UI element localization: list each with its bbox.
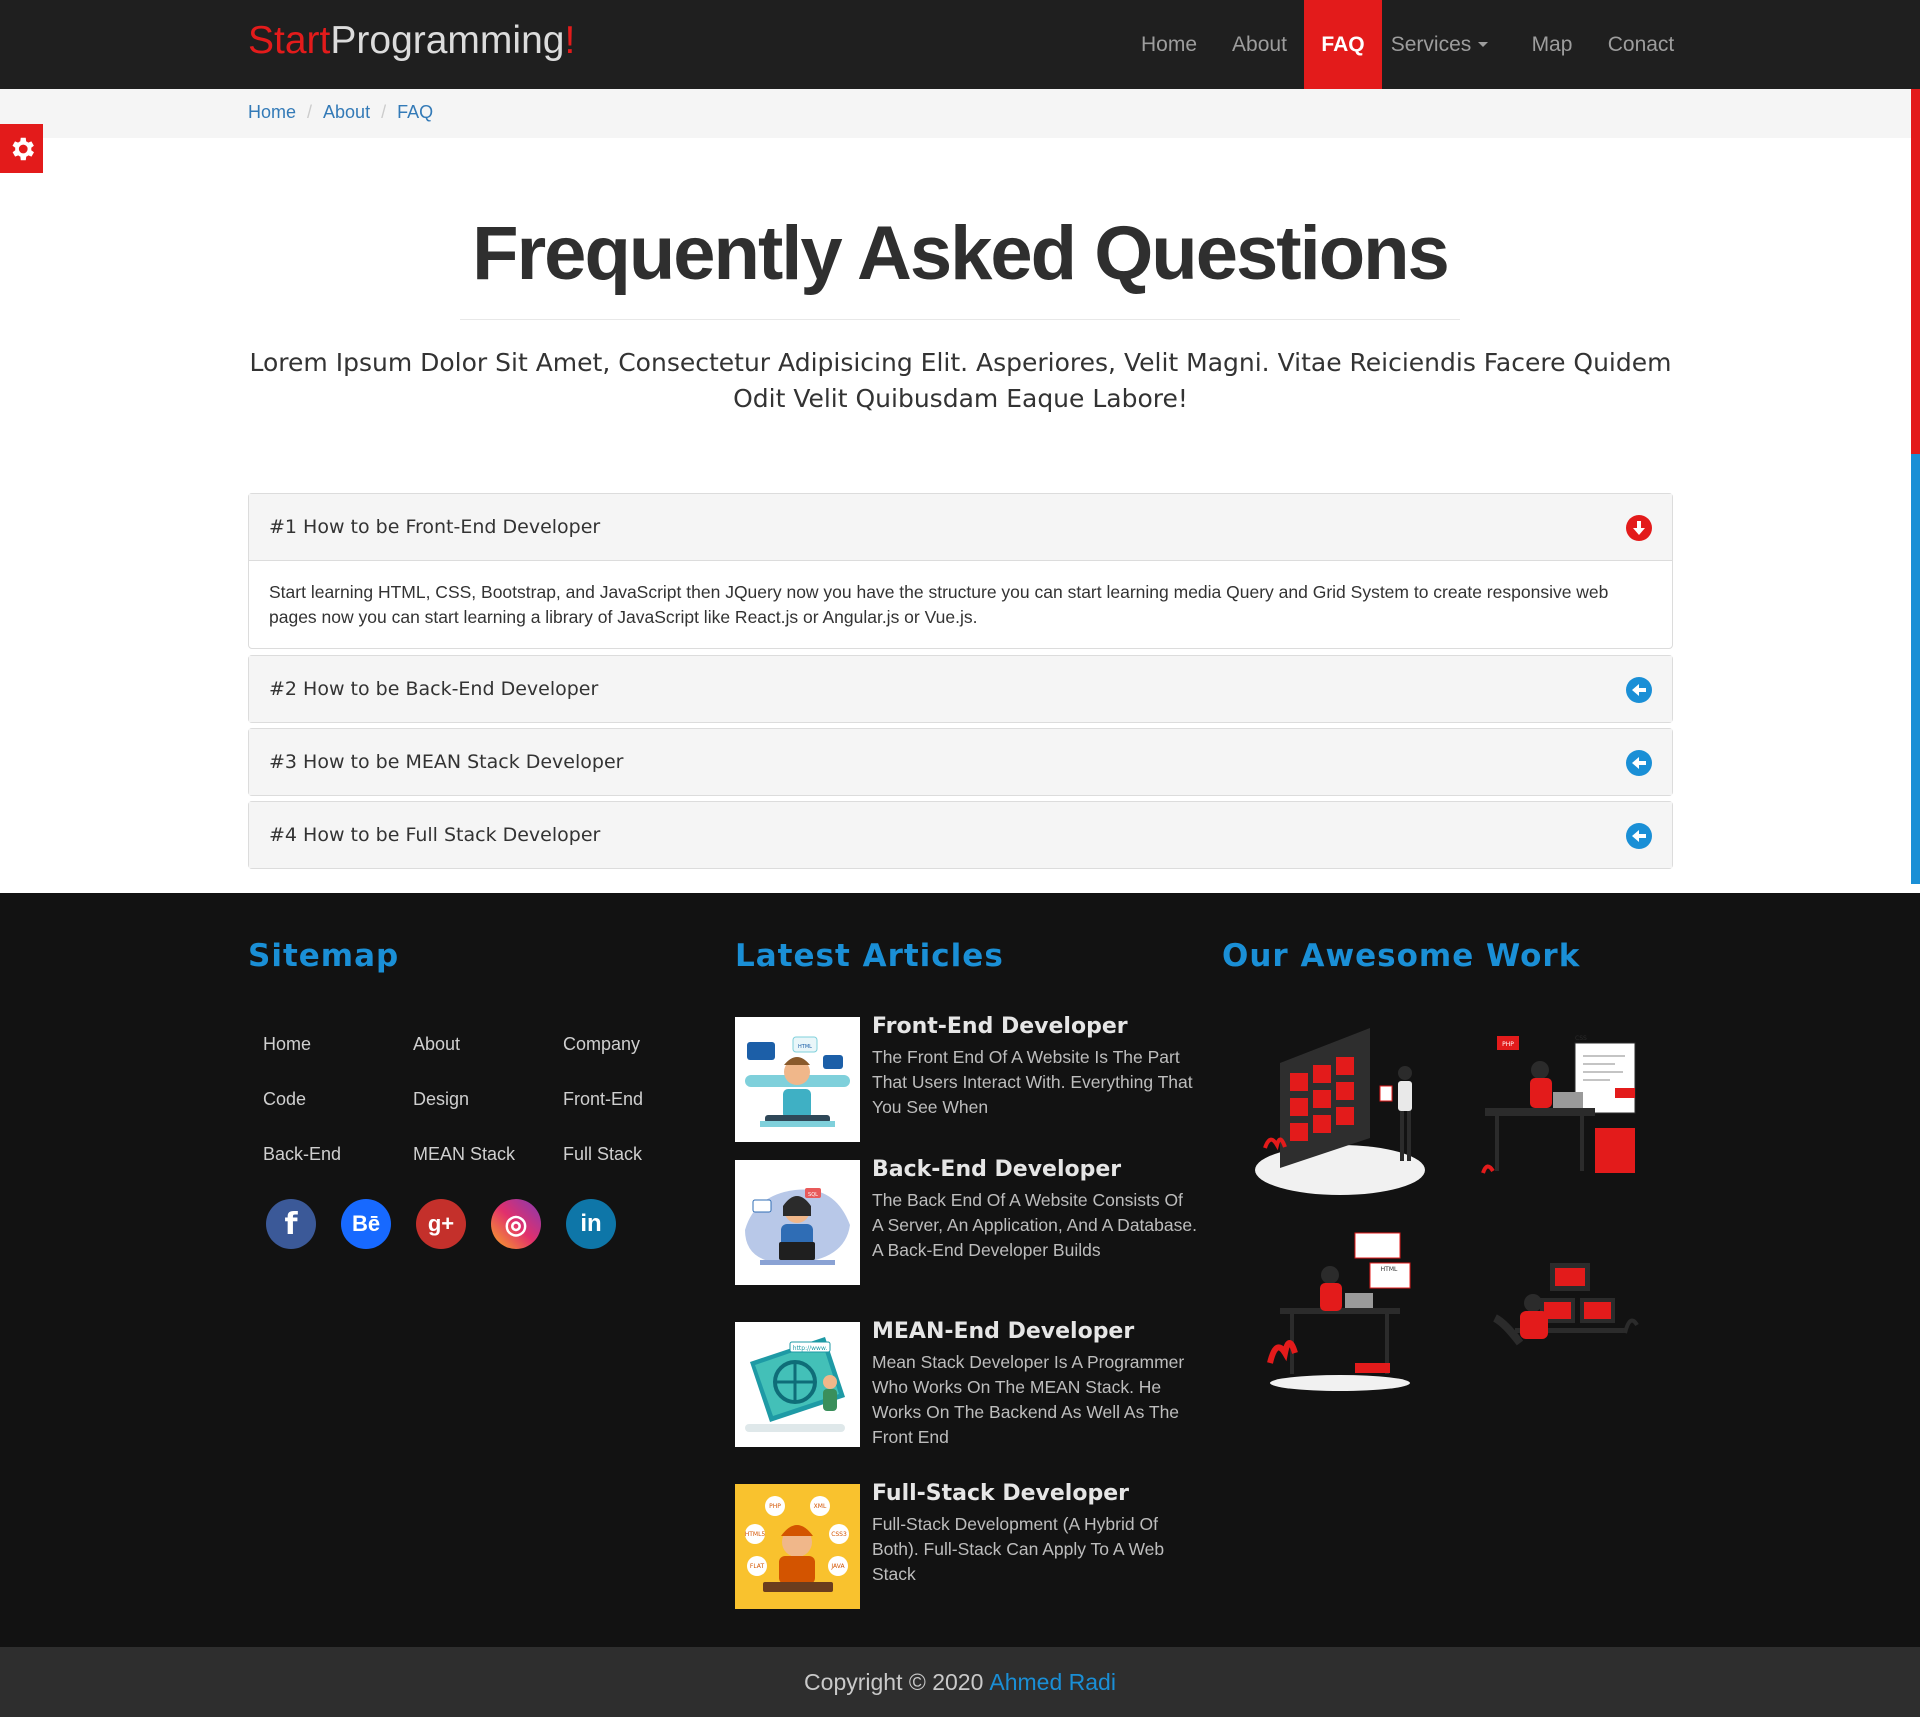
google-plus-icon[interactable]: g+ xyxy=(416,1199,466,1249)
linkedin-icon[interactable]: in xyxy=(566,1199,616,1249)
article-thumb-front-end[interactable]: HTML xyxy=(735,1017,860,1142)
sitemap-heading: Sitemap xyxy=(248,938,400,974)
sitemap-link-design[interactable]: Design xyxy=(413,1089,469,1110)
faq-question-text: #3 How to be MEAN Stack Developer xyxy=(269,751,624,773)
work-image-monitors[interactable] xyxy=(1475,1223,1655,1403)
article-thumb-full-stack[interactable]: PHP XML HTML5 CSS3 FLAT JAVA xyxy=(735,1484,860,1609)
thumb-http-label: http://www. xyxy=(793,1345,828,1352)
faq-question-4[interactable]: #4 How to be Full Stack Developer xyxy=(249,802,1672,868)
behance-icon[interactable]: Bē xyxy=(341,1199,391,1249)
faq-item-3: #3 How to be MEAN Stack Developer xyxy=(248,728,1673,796)
breadcrumb: Home / About / FAQ xyxy=(248,102,433,123)
brand-part-exclaim: ! xyxy=(564,19,576,62)
sitemap-link-full-stack[interactable]: Full Stack xyxy=(563,1144,642,1165)
instagram-glyph: ◎ xyxy=(504,1208,528,1239)
sitemap-link-home[interactable]: Home xyxy=(263,1034,311,1055)
facebook-glyph: f xyxy=(284,1206,298,1242)
arrow-left-circle-icon[interactable] xyxy=(1626,677,1652,703)
thumb-flat-label: FLAT xyxy=(750,1563,765,1570)
arrow-left-circle-icon[interactable] xyxy=(1626,750,1652,776)
work-image-video-call[interactable] xyxy=(1255,1018,1435,1198)
breadcrumb-about[interactable]: About xyxy=(323,102,370,123)
brand-logo[interactable]: StartProgramming! xyxy=(248,17,575,65)
faq-item-2: #2 How to be Back-End Developer xyxy=(248,655,1673,723)
arrow-left-circle-icon[interactable] xyxy=(1626,823,1652,849)
brand-part-programming: Programming xyxy=(330,19,565,62)
article-title-full-stack[interactable]: Full-Stack Developer xyxy=(872,1481,1129,1506)
title-divider xyxy=(460,319,1460,320)
page-lead: Lorem Ipsum Dolor Sit Amet, Consectetur … xyxy=(249,348,1672,413)
thumb-html5-label: HTML5 xyxy=(745,1531,766,1538)
work-css-label: CSS xyxy=(1575,1035,1587,1042)
sitemap-link-about[interactable]: About xyxy=(413,1034,460,1055)
article-thumb-back-end[interactable]: SQL xyxy=(735,1160,860,1285)
gear-icon xyxy=(12,137,34,160)
faq-question-text: #1 How to be Front-End Developer xyxy=(269,516,601,538)
arrow-down-circle-icon[interactable] xyxy=(1626,515,1652,541)
sitemap-link-company[interactable]: Company xyxy=(563,1034,640,1055)
article-thumb-mean-end[interactable]: http://www. xyxy=(735,1322,860,1447)
thumb-php-label: PHP xyxy=(769,1503,781,1510)
faq-item-4: #4 How to be Full Stack Developer xyxy=(248,801,1673,869)
footer: Sitemap Latest Articles Our Awesome Work… xyxy=(0,893,1920,1647)
settings-toggle-button[interactable] xyxy=(0,124,43,173)
nav-home[interactable]: Home xyxy=(1123,0,1215,89)
sitemap-link-front-end[interactable]: Front-End xyxy=(563,1089,643,1110)
google-plus-glyph: g+ xyxy=(427,1211,455,1236)
instagram-icon[interactable]: ◎ xyxy=(491,1199,541,1249)
work-image-coding-desk[interactable]: HTML xyxy=(1255,1223,1435,1403)
nav-about[interactable]: About xyxy=(1215,0,1304,89)
faq-question-1[interactable]: #1 How to be Front-End Developer xyxy=(249,494,1672,560)
nav-contact[interactable]: Conact xyxy=(1590,0,1692,89)
article-text-full-stack: Full-Stack Development (A Hybrid Of Both… xyxy=(872,1514,1165,1584)
page-title: Frequently Asked Questions xyxy=(472,211,1450,296)
article-title-front-end[interactable]: Front-End Developer xyxy=(872,1014,1128,1039)
thumb-sql-label: SQL xyxy=(808,1192,818,1198)
thumb-html-label: HTML xyxy=(798,1044,812,1050)
copyright-bar: Copyright © 2020 Ahmed Radi xyxy=(0,1647,1920,1717)
sitemap-link-code[interactable]: Code xyxy=(263,1089,306,1110)
faq-question-2[interactable]: #2 How to be Back-End Developer xyxy=(249,656,1672,722)
linkedin-glyph: in xyxy=(580,1210,602,1237)
faq-question-text: #4 How to be Full Stack Developer xyxy=(269,824,601,846)
article-title-mean-end[interactable]: MEAN-End Developer xyxy=(872,1319,1134,1344)
nav-faq[interactable]: FAQ xyxy=(1304,0,1382,89)
article-text-back-end: The Back End Of A Website Consists Of A … xyxy=(872,1190,1197,1260)
article-text-front-end: The Front End Of A Website Is The Part T… xyxy=(872,1047,1193,1117)
breadcrumb-separator: / xyxy=(307,102,313,122)
faq-question-3[interactable]: #3 How to be MEAN Stack Developer xyxy=(249,729,1672,795)
copyright-author-link[interactable]: Ahmed Radi xyxy=(989,1669,1116,1696)
copyright-text: Copyright © 2020 xyxy=(804,1668,984,1695)
sitemap-link-back-end[interactable]: Back-End xyxy=(263,1144,341,1165)
caret-down-icon xyxy=(1478,42,1489,47)
latest-articles-heading: Latest Articles xyxy=(735,938,1004,974)
thumb-xml-label: XML xyxy=(814,1503,827,1510)
faq-answer-1: Start learning HTML, CSS, Bootstrap, and… xyxy=(249,560,1672,648)
faq-question-text: #2 How to be Back-End Developer xyxy=(269,678,599,700)
behance-glyph: Bē xyxy=(351,1211,381,1236)
article-text-mean-end: Mean Stack Developer Is A Programmer Who… xyxy=(872,1352,1185,1447)
nav-services-label: Services xyxy=(1390,32,1472,56)
breadcrumb-separator: / xyxy=(381,102,387,122)
breadcrumb-faq: FAQ xyxy=(397,102,434,122)
facebook-icon[interactable]: f xyxy=(266,1199,316,1249)
brand-part-start: Start xyxy=(248,19,331,62)
article-title-back-end[interactable]: Back-End Developer xyxy=(872,1157,1121,1182)
top-navbar: StartProgramming! Home About FAQ Service… xyxy=(0,0,1920,89)
breadcrumb-bar: Home / About / FAQ xyxy=(0,89,1920,138)
scroll-indicator-blue xyxy=(1911,454,1920,884)
work-php-label: PHP xyxy=(1502,1041,1514,1048)
sitemap-link-mean-stack[interactable]: MEAN Stack xyxy=(413,1144,515,1165)
work-image-developer-desk[interactable]: PHP CSS xyxy=(1475,1018,1655,1198)
thumb-css3-label: CSS3 xyxy=(831,1531,847,1538)
nav-services-dropdown[interactable]: Services xyxy=(1382,0,1497,89)
thumb-java-label: JAVA xyxy=(830,1563,845,1570)
work-html-label: HTML xyxy=(1381,1266,1398,1273)
faq-item-1: #1 How to be Front-End Developer Start l… xyxy=(248,493,1673,649)
our-work-heading: Our Awesome Work xyxy=(1222,938,1581,974)
breadcrumb-home[interactable]: Home xyxy=(248,102,296,123)
